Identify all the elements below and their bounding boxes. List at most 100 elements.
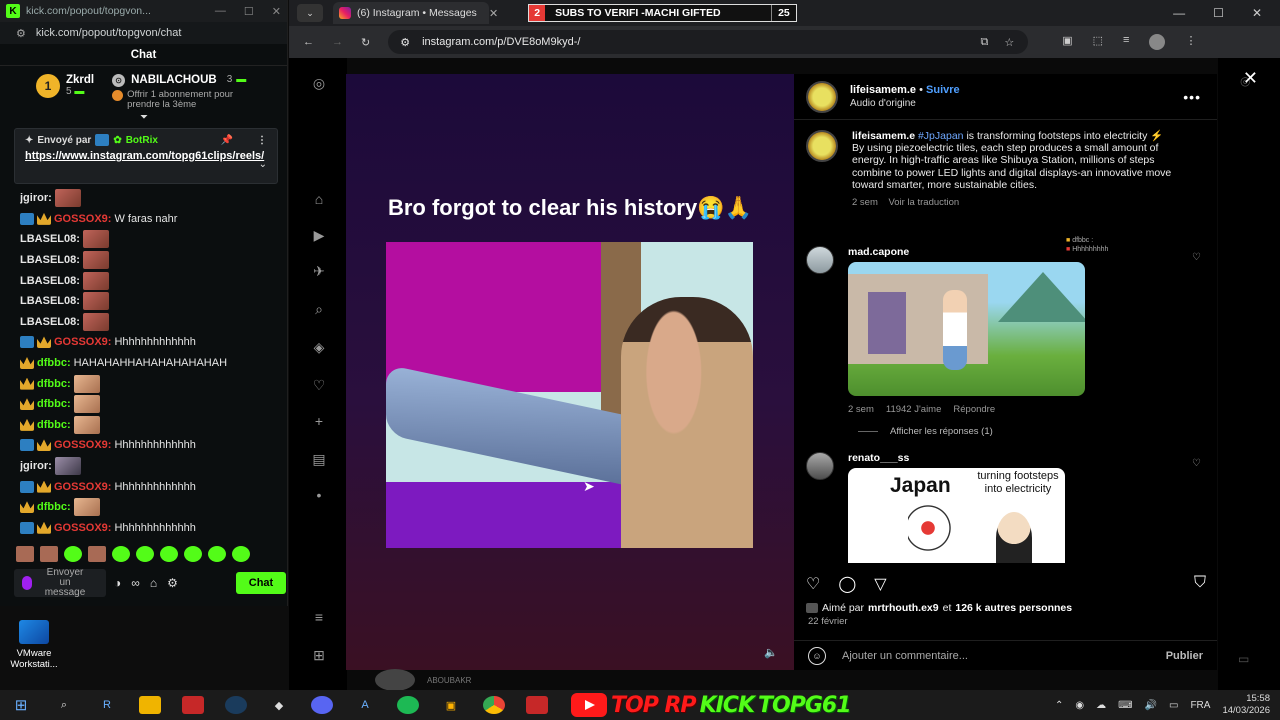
commenter-avatar[interactable] xyxy=(806,246,834,274)
battery-icon[interactable]: ▭ xyxy=(1169,700,1178,711)
save-icon[interactable]: ⛉ xyxy=(1194,574,1206,594)
emote-icon[interactable] xyxy=(88,546,106,562)
author-name[interactable]: lifeisamem.e xyxy=(850,84,916,96)
comment-likes[interactable]: 11942 J'aime xyxy=(886,404,942,415)
home-icon[interactable]: ⌂ xyxy=(310,190,328,208)
translate-link[interactable]: Voir la traduction xyxy=(888,197,959,208)
more-options-icon[interactable]: ••• xyxy=(1183,89,1201,105)
also-from-meta-icon[interactable]: ⊞ xyxy=(310,646,328,664)
tab-instagram[interactable]: (6) Instagram • Messages xyxy=(333,2,489,24)
close-post-icon[interactable]: ✕ xyxy=(1243,68,1258,89)
chat-username[interactable]: LBASEL08: xyxy=(20,254,80,266)
spotify-icon[interactable] xyxy=(397,696,419,714)
link-icon[interactable]: ∞ xyxy=(131,576,140,590)
clock[interactable]: 15:58 14/03/2026 xyxy=(1222,693,1270,717)
follow-button[interactable]: Suivre xyxy=(926,84,960,96)
send-chat-button[interactable]: Chat xyxy=(236,572,286,594)
media-controls-icon[interactable]: ≡ xyxy=(1123,34,1129,50)
search-icon[interactable]: ⌕ xyxy=(310,300,328,318)
caption-hashtag[interactable]: #JpJapan xyxy=(918,130,964,142)
chat-username[interactable]: GOSSOX9: xyxy=(54,522,111,534)
more-options-icon[interactable]: ⋮ xyxy=(257,135,267,146)
gift-sub-prompt[interactable]: Offrir 1 abonnement pour prendre la 3ème xyxy=(112,90,267,110)
discord-icon[interactable] xyxy=(311,696,333,714)
maximize-icon[interactable]: ☐ xyxy=(244,5,254,18)
youtube-icon[interactable] xyxy=(526,696,548,714)
pin-icon[interactable]: 📌 xyxy=(221,135,233,146)
messages-icon[interactable]: ✈ xyxy=(310,262,328,280)
install-app-icon[interactable]: ⧉ xyxy=(980,36,988,49)
profile-avatar[interactable] xyxy=(1149,34,1166,50)
emote-icon[interactable] xyxy=(232,546,250,562)
add-comment-input[interactable]: Ajouter un commentaire... xyxy=(842,650,968,662)
more-menu-icon[interactable]: ≡ xyxy=(310,608,328,626)
commenter-name[interactable]: renato___ss xyxy=(848,452,1065,464)
chat-username[interactable]: dfbbc: xyxy=(37,357,71,369)
comment-icon[interactable]: ◯ xyxy=(838,574,856,594)
chat-username[interactable]: jgiror: xyxy=(20,192,52,204)
emote-icon[interactable] xyxy=(160,546,178,562)
publish-button[interactable]: Publier xyxy=(1166,650,1203,662)
caption-author[interactable]: lifeisamem.e xyxy=(852,130,915,142)
reload-icon[interactable]: ↻ xyxy=(361,36,370,49)
explore-icon[interactable]: ◈ xyxy=(310,338,328,356)
like-icon[interactable]: ♡ xyxy=(806,574,820,594)
chat-username[interactable]: dfbbc: xyxy=(37,501,71,513)
tray-expand-icon[interactable]: ⌃ xyxy=(1055,700,1063,711)
emote-icon[interactable] xyxy=(16,546,34,562)
chat-username[interactable]: GOSSOX9: xyxy=(54,213,111,225)
instagram-logo-icon[interactable]: ◎ xyxy=(310,74,328,92)
rockstar-icon[interactable]: R xyxy=(96,696,118,714)
profile-icon[interactable]: • xyxy=(310,486,328,504)
bookmark-star-icon[interactable]: ☆ xyxy=(1004,36,1014,49)
network-icon[interactable]: ⌨ xyxy=(1118,700,1132,711)
author-avatar[interactable] xyxy=(806,130,838,162)
top-supporter-2[interactable]: ⊙ NABILACHOUB 3 ▬ xyxy=(112,74,267,87)
url-field[interactable]: ⚙ instagram.com/p/DVE8oM9kyd-/ ⧉ ☆ xyxy=(388,30,1029,54)
site-info-icon[interactable]: ⚙ xyxy=(400,36,410,49)
settings-icon[interactable]: ⚙ xyxy=(167,576,178,590)
back-icon[interactable]: ← xyxy=(303,36,314,48)
chrome-icon[interactable] xyxy=(483,696,505,714)
reading-mode-icon[interactable]: ▣ xyxy=(1062,34,1072,50)
chat-username[interactable]: LBASEL08: xyxy=(20,233,80,245)
share-icon[interactable]: ▽ xyxy=(874,574,886,594)
comment-image[interactable]: Japan turning footsteps into electricity xyxy=(848,468,1065,563)
emote-icon[interactable] xyxy=(208,546,226,562)
extensions-icon[interactable]: ⬚ xyxy=(1093,34,1103,50)
dashboard-icon[interactable]: ▤ xyxy=(310,450,328,468)
chat-username[interactable]: LBASEL08: xyxy=(20,275,80,287)
top-supporter-1[interactable]: 1 Zkrdl 5 ▬ xyxy=(36,74,94,98)
liked-count[interactable]: 126 k autres personnes xyxy=(955,602,1072,614)
arc-icon[interactable]: A xyxy=(354,696,376,714)
chat-username[interactable]: GOSSOX9: xyxy=(54,336,111,348)
voice-app-icon[interactable] xyxy=(182,696,204,714)
chat-username[interactable]: GOSSOX9: xyxy=(54,481,111,493)
volume-icon[interactable]: 🔈 xyxy=(764,646,778,659)
like-comment-icon[interactable]: ♡ xyxy=(1192,252,1201,263)
emote-picker-icon[interactable]: ◑ xyxy=(114,576,121,590)
store-icon[interactable]: ⌂ xyxy=(150,576,157,590)
chat-username[interactable]: dfbbc: xyxy=(37,398,71,410)
minimize-icon[interactable]: — xyxy=(215,5,226,18)
chat-username[interactable]: dfbbc: xyxy=(37,378,71,390)
liked-user[interactable]: mrtrhouth.ex9 xyxy=(868,602,939,614)
comment-image[interactable] xyxy=(848,262,1085,396)
reel-video[interactable]: Bro forgot to clear his history😭🙏 ➤ 🔈 xyxy=(346,74,794,670)
chat-username[interactable]: dfbbc: xyxy=(37,419,71,431)
commenter-avatar[interactable] xyxy=(806,452,834,480)
menu-icon[interactable]: ⋮ xyxy=(1185,34,1196,50)
emote-icon[interactable] xyxy=(136,546,154,562)
volume-icon[interactable]: 🔊 xyxy=(1145,700,1157,711)
emote-icon[interactable] xyxy=(184,546,202,562)
forward-icon[interactable]: → xyxy=(332,36,343,48)
vmware-desktop-icon[interactable]: VMware Workstati... xyxy=(4,620,64,670)
tab-search-icon[interactable]: ⌄ xyxy=(297,4,323,22)
close-icon[interactable]: ✕ xyxy=(1252,6,1262,20)
notifications-icon[interactable]: ♡ xyxy=(310,376,328,394)
tray-cloud-icon[interactable]: ☁ xyxy=(1096,700,1106,711)
like-comment-icon[interactable]: ♡ xyxy=(1192,458,1201,469)
minimize-icon[interactable]: — xyxy=(1173,6,1185,20)
emoji-icon[interactable]: ☺ xyxy=(808,646,826,665)
emote-icon[interactable] xyxy=(40,546,58,562)
